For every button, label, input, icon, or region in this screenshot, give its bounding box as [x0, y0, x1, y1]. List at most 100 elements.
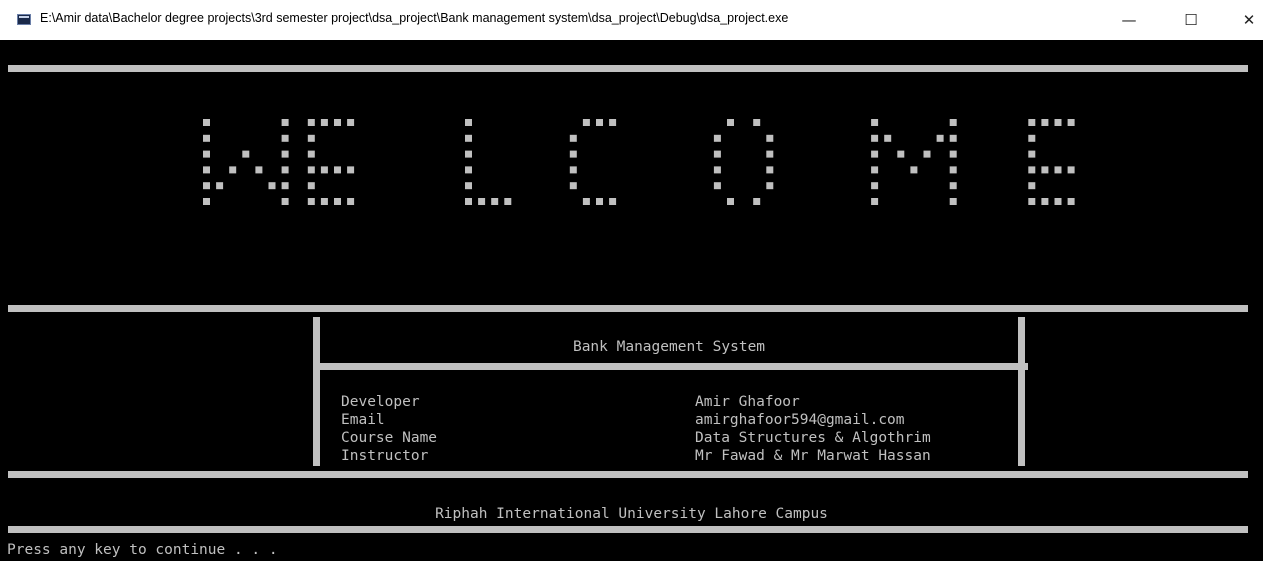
welcome-letter-e-dot: [1067, 198, 1075, 205]
welcome-letter-e-dot: [320, 198, 328, 205]
welcome-letter-w-dot: [255, 166, 263, 174]
console-window[interactable]: Bank Management System Developer Amir Gh…: [0, 40, 1263, 561]
university-footer: Riphah International University Lahore C…: [435, 506, 828, 522]
welcome-letter-c-dot: [596, 198, 603, 205]
welcome-letter-m-dot: [871, 119, 879, 126]
course-name-label: Course Name: [341, 430, 438, 446]
welcome-letter-e-dot: [1041, 198, 1049, 205]
welcome-letter-m-dot: [871, 150, 879, 158]
welcome-letter-w-dot: [281, 182, 289, 190]
welcome-letter-e-dot: [1054, 119, 1062, 126]
instructor-value: Mr Fawad & Mr Marwat Hassan: [695, 448, 931, 464]
info-box-right-bar: [1018, 317, 1025, 466]
welcome-letter-c-dot: [596, 119, 603, 126]
welcome-letter-m-dot: [871, 134, 879, 142]
welcome-letter-o-dot: [766, 134, 774, 142]
welcome-letter-l-dot: [465, 166, 472, 174]
welcome-letter-e-dot: [1067, 166, 1075, 174]
welcome-letter-m-dot: [949, 134, 957, 142]
welcome-letter-o-dot: [727, 198, 734, 205]
welcome-letter-o-dot: [753, 119, 761, 126]
welcome-letter-o-dot: [713, 134, 721, 142]
welcome-letter-e-dot: [307, 134, 315, 142]
welcome-letter-w-dot: [281, 198, 289, 205]
continue-prompt: Press any key to continue . . .: [7, 542, 278, 558]
welcome-letter-o-dot: [727, 119, 734, 126]
welcome-letter-w-dot: [203, 134, 210, 142]
welcome-letter-e-dot: [1041, 119, 1049, 126]
welcome-letter-e-dot: [1041, 166, 1049, 174]
instructor-label: Instructor: [341, 448, 429, 464]
welcome-letter-m-dot: [871, 198, 879, 205]
welcome-letter-w-dot: [203, 166, 210, 174]
info-box-title: Bank Management System: [572, 339, 766, 355]
welcome-letter-e-dot: [1028, 150, 1036, 158]
welcome-letter-w-dot: [229, 166, 237, 174]
welcome-letter-e-dot: [1028, 198, 1036, 205]
window-title: E:\Amir data\Bachelor degree projects\3r…: [40, 11, 789, 25]
welcome-letter-e-dot: [334, 166, 341, 174]
welcome-letter-m-dot: [871, 166, 879, 174]
welcome-letter-l-dot: [504, 198, 512, 205]
email-value: amirghafoor594@gmail.com: [695, 412, 905, 428]
welcome-letter-o-dot: [753, 198, 761, 205]
welcome-letter-e-dot: [320, 166, 328, 174]
welcome-letter-l-dot: [478, 198, 486, 205]
welcome-letter-e-dot: [1028, 166, 1036, 174]
welcome-letter-l-dot: [491, 198, 499, 205]
welcome-letter-e-dot: [307, 150, 315, 158]
welcome-letter-l-dot: [465, 198, 472, 205]
welcome-letter-m-dot: [923, 150, 931, 158]
welcome-letter-c-dot: [582, 198, 590, 205]
welcome-letter-e-dot: [347, 166, 355, 174]
welcome-letter-m-dot: [871, 182, 879, 190]
welcome-letter-e-dot: [1067, 119, 1075, 126]
maximize-button[interactable]: ☐: [1168, 6, 1214, 34]
welcome-letter-w-dot: [268, 182, 276, 190]
welcome-letter-l-dot: [465, 119, 472, 126]
welcome-letter-m-dot: [897, 150, 905, 158]
welcome-letter-c-dot: [569, 166, 577, 174]
welcome-letter-w-dot: [203, 150, 210, 158]
welcome-letter-m-dot: [910, 166, 918, 174]
welcome-letter-m-dot: [949, 166, 957, 174]
welcome-letter-m-dot: [949, 182, 957, 190]
welcome-letter-o-dot: [713, 150, 721, 158]
close-button[interactable]: ✕: [1226, 6, 1263, 34]
welcome-letter-c-dot: [609, 119, 617, 126]
welcome-letter-m-dot: [936, 134, 944, 142]
welcome-banner: [203, 119, 1075, 205]
minimize-button[interactable]: —: [1106, 6, 1152, 34]
welcome-letter-l-dot: [465, 134, 472, 142]
welcome-letter-w-dot: [242, 150, 250, 158]
welcome-letter-w-dot: [203, 198, 210, 205]
welcome-letter-e-dot: [347, 198, 355, 205]
welcome-letter-c-dot: [609, 198, 617, 205]
welcome-letter-w-dot: [281, 166, 289, 174]
course-name-value: Data Structures & Algothrim: [695, 430, 931, 446]
footer-bottom-bar: [8, 526, 1248, 533]
welcome-letter-c-dot: [582, 119, 590, 126]
welcome-letter-o-dot: [713, 166, 721, 174]
welcome-letter-e-dot: [320, 119, 328, 126]
welcome-letter-e-dot: [1028, 134, 1036, 142]
title-bar[interactable]: E:\Amir data\Bachelor degree projects\3r…: [0, 0, 1263, 40]
welcome-letter-w-dot: [216, 182, 224, 190]
developer-label: Developer: [341, 394, 420, 410]
welcome-letter-c-dot: [569, 134, 577, 142]
welcome-letter-c-dot: [569, 182, 577, 190]
welcome-letter-w-dot: [281, 150, 289, 158]
welcome-letter-w-dot: [203, 119, 210, 126]
welcome-letter-m-dot: [884, 134, 892, 142]
welcome-letter-c-dot: [569, 150, 577, 158]
welcome-letter-o-dot: [766, 166, 774, 174]
info-box-left-bar: [313, 317, 320, 466]
welcome-letter-w-dot: [281, 119, 289, 126]
welcome-letter-l-dot: [465, 150, 472, 158]
welcome-letter-e-dot: [1028, 182, 1036, 190]
welcome-letter-e-dot: [307, 182, 315, 190]
welcome-letter-m-dot: [949, 198, 957, 205]
email-label: Email: [341, 412, 385, 428]
console-app-icon[interactable]: [17, 14, 31, 25]
welcome-letter-e-dot: [1054, 166, 1062, 174]
